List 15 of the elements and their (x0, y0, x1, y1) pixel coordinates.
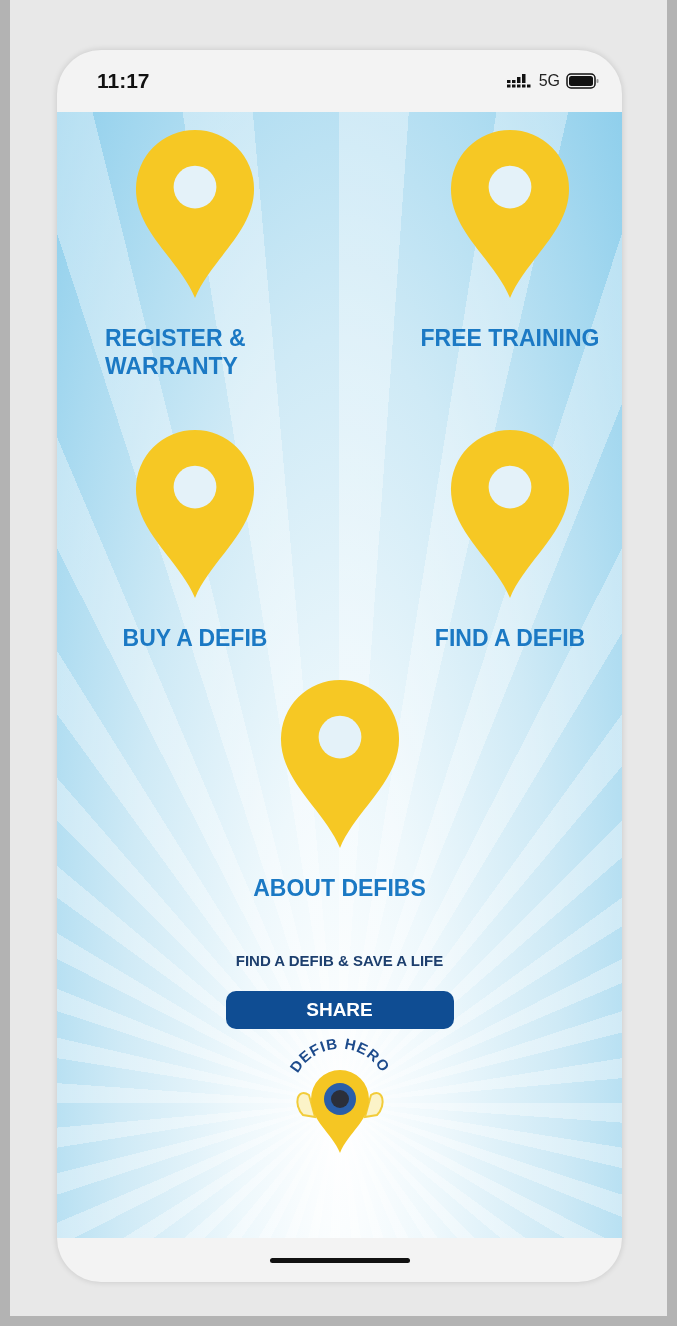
tagline: FIND A DEFIB & SAVE A LIFE (235, 952, 444, 969)
tile-label[interactable]: FIND A DEFIB (434, 624, 586, 652)
battery-icon (566, 73, 600, 89)
network-label: 5G (538, 72, 560, 90)
map-pin-icon (448, 430, 572, 598)
map-pin-icon (133, 130, 257, 298)
status-time: 11:17 (97, 69, 150, 93)
tile-label[interactable]: FREE TRAINING (420, 324, 600, 352)
share-button[interactable]: SHARE (225, 991, 454, 1029)
tile-label[interactable]: BUY A DEFIB (122, 624, 268, 652)
map-pin-icon (448, 130, 572, 298)
tile-label[interactable]: ABOUT DEFIBS (253, 874, 426, 902)
tile-label[interactable]: REGISTER & WARRANTY (105, 324, 285, 380)
map-pin-icon (133, 430, 257, 598)
signal-icon (506, 74, 533, 88)
